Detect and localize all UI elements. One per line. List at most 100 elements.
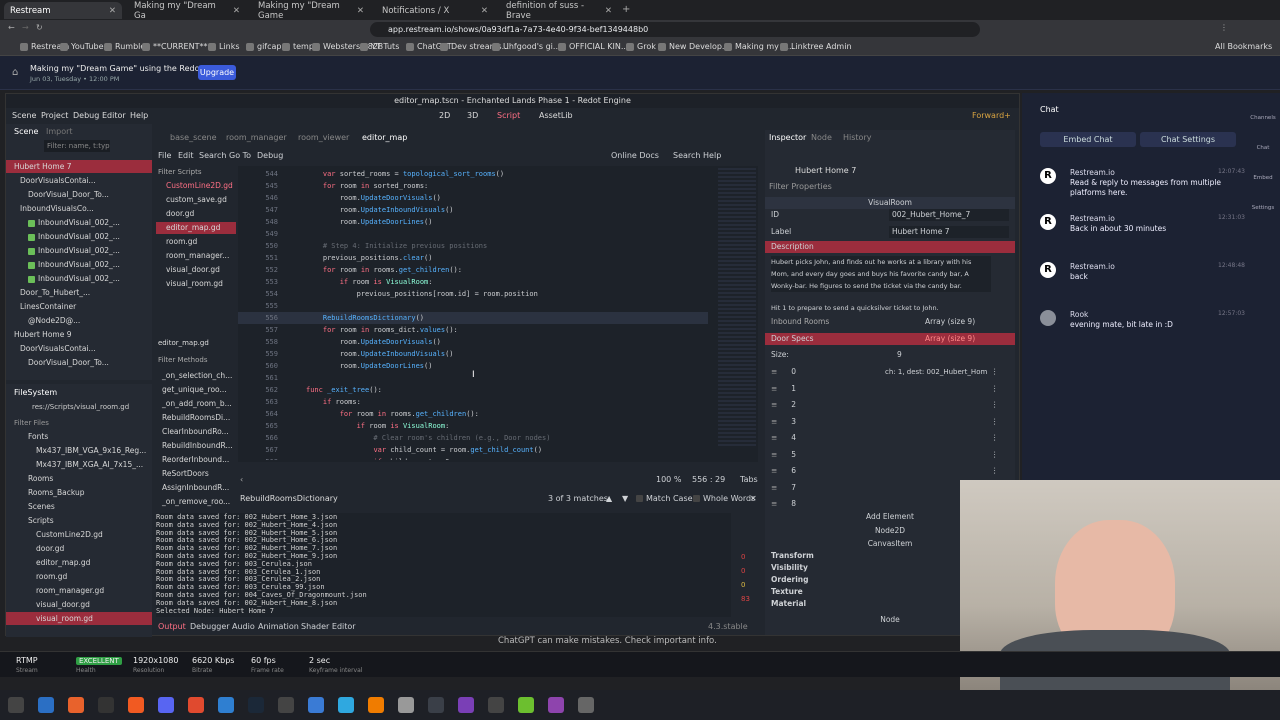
taskbar-app-icon[interactable] — [488, 697, 504, 713]
back-icon[interactable]: ← — [8, 23, 15, 32]
error-count[interactable]: 0 — [741, 553, 745, 561]
online-docs-button[interactable]: Online Docs — [611, 151, 659, 160]
fs-item[interactable]: CustomLine2D.gd — [6, 528, 152, 541]
workspace-3d[interactable]: 3D — [467, 111, 478, 120]
taskbar-app-icon[interactable] — [338, 697, 354, 713]
doc-tab-room-viewer[interactable]: room_viewer — [298, 133, 349, 142]
reload-icon[interactable]: ↻ — [36, 23, 43, 32]
taskbar-app-icon[interactable] — [428, 697, 444, 713]
scene-tree-item[interactable]: InboundVisual_002_... — [6, 272, 152, 285]
info-count[interactable]: 0 — [741, 581, 745, 589]
element-menu-icon[interactable]: ⋮ — [991, 432, 999, 444]
indent-mode[interactable]: Tabs — [740, 475, 758, 484]
script-menu-edit[interactable]: Edit — [178, 151, 194, 160]
taskbar-app-icon[interactable] — [218, 697, 234, 713]
doc-tab-base-scene[interactable]: base_scene — [170, 133, 217, 142]
filter-scripts-input[interactable]: Filter Scripts — [158, 168, 202, 176]
element-menu-icon[interactable]: ⋮ — [991, 449, 999, 461]
workspace-assetlib[interactable]: AssetLib — [539, 111, 573, 120]
tab-dream-game-1[interactable]: Making my "Dream Ga ✕ — [128, 1, 246, 21]
method-item[interactable]: RebuildRoomsDi... — [156, 412, 236, 424]
taskbar-app-icon[interactable] — [68, 697, 84, 713]
tab-node[interactable]: Node — [811, 133, 832, 142]
tab-animation[interactable]: Animation — [258, 622, 299, 631]
scene-tree-item[interactable]: DoorVisual_Door_To... — [6, 188, 152, 201]
fs-item[interactable]: Mx437_IBM_VGA_9x16_Reg... — [6, 444, 152, 457]
scene-tree-item[interactable]: DoorVisual_Door_To... — [6, 356, 152, 369]
minimap[interactable] — [718, 168, 756, 448]
element-menu-icon[interactable]: ⋮ — [991, 399, 999, 411]
scene-tree-item[interactable]: @Node2D@... — [6, 314, 152, 327]
close-icon[interactable]: ✕ — [481, 6, 488, 16]
next-match-icon[interactable]: ▼ — [622, 494, 628, 503]
method-item[interactable]: ReorderInbound... — [156, 454, 236, 466]
bookmark-item[interactable]: Linktree Admin — [780, 42, 852, 51]
bookmark-item[interactable]: **CURRENT** — [142, 42, 207, 51]
whole-words-checkbox[interactable] — [693, 495, 700, 502]
tab-inspector[interactable]: Inspector — [769, 133, 806, 142]
method-item[interactable]: ClearInboundRo... — [156, 426, 236, 438]
tab-audio[interactable]: Audio — [232, 622, 255, 631]
filter-methods-input[interactable]: Filter Methods — [158, 356, 207, 364]
taskbar-app-icon[interactable] — [98, 697, 114, 713]
collapse-icon[interactable]: ‹ — [240, 475, 243, 484]
bookmark-item[interactable]: Links — [208, 42, 240, 51]
tab-scene[interactable]: Scene — [14, 127, 38, 136]
tab-history[interactable]: History — [843, 133, 871, 142]
tab-dream-game-2[interactable]: Making my "Dream Game ✕ — [252, 1, 370, 21]
element-menu-icon[interactable]: ⋮ — [991, 366, 999, 378]
taskbar-app-icon[interactable] — [368, 697, 384, 713]
scene-tree-item[interactable]: Hubert Home 7 — [6, 160, 152, 173]
bookmark-item[interactable]: Rumble — [104, 42, 145, 51]
bookmark-item[interactable]: New Develop... — [658, 42, 730, 51]
all-bookmarks[interactable]: All Bookmarks — [1215, 42, 1272, 51]
method-item[interactable]: _on_add_room_b... — [156, 398, 236, 410]
taskbar-app-icon[interactable] — [518, 697, 534, 713]
bookmark-item[interactable]: temp — [282, 42, 314, 51]
close-search-icon[interactable]: ✕ — [750, 494, 757, 503]
scene-tree-item[interactable]: InboundVisual_002_... — [6, 230, 152, 243]
warning-count[interactable]: 0 — [741, 567, 745, 575]
filter-properties-input[interactable]: Filter Properties — [769, 182, 832, 191]
fs-item[interactable]: Scripts — [6, 514, 152, 527]
script-menu-debug[interactable]: Debug — [257, 151, 283, 160]
url-input[interactable]: app.restream.io/shows/0a93df1a-7a73-4e40… — [370, 22, 980, 37]
bookmark-item[interactable]: YT Tuts — [360, 42, 399, 51]
scene-tree-item[interactable]: Hubert Home 9 — [6, 328, 152, 341]
scene-tree-item[interactable]: InboundVisual_002_... — [6, 244, 152, 257]
workspace-script[interactable]: Script — [497, 111, 520, 120]
tab-restream[interactable]: Restream ✕ — [4, 2, 122, 19]
drag-handle-icon[interactable]: ≡ — [765, 384, 777, 393]
message-count[interactable]: 83 — [741, 595, 750, 603]
tab-notifications[interactable]: Notifications / X ✕ — [376, 2, 494, 19]
scene-tree-item[interactable]: DoorVisualsContai... — [6, 174, 152, 187]
taskbar-app-icon[interactable] — [158, 697, 174, 713]
taskbar-app-icon[interactable] — [38, 697, 54, 713]
element-menu-icon[interactable]: ⋮ — [991, 416, 999, 428]
tab-definition[interactable]: definition of suss - Brave ✕ — [500, 1, 618, 21]
search-input[interactable]: RebuildRoomsDictionary — [240, 494, 390, 503]
taskbar-app-icon[interactable] — [188, 697, 204, 713]
drag-handle-icon[interactable]: ≡ — [765, 367, 777, 376]
workspace-2d[interactable]: 2D — [439, 111, 450, 120]
bookmark-item[interactable]: gifcap — [246, 42, 282, 51]
taskbar-app-icon[interactable] — [398, 697, 414, 713]
script-item[interactable]: visual_room.gd — [156, 278, 236, 290]
script-item[interactable]: custom_save.gd — [156, 194, 236, 206]
script-item[interactable]: visual_door.gd — [156, 264, 236, 276]
method-item[interactable]: _on_remove_roo... — [156, 496, 236, 508]
tab-import[interactable]: Import — [46, 127, 73, 136]
element-menu-icon[interactable]: ⋮ — [991, 465, 999, 477]
taskbar-app-icon[interactable] — [578, 697, 594, 713]
door-specs-value[interactable]: Array (size 9) — [925, 333, 975, 345]
script-menu-goto[interactable]: Go To — [229, 151, 251, 160]
taskbar-app-icon[interactable] — [308, 697, 324, 713]
menu-scene[interactable]: Scene — [12, 111, 36, 120]
script-menu-search[interactable]: Search — [199, 151, 226, 160]
taskbar-app-icon[interactable] — [548, 697, 564, 713]
fs-item[interactable]: Rooms — [6, 472, 152, 485]
menu-editor[interactable]: Editor — [102, 111, 126, 120]
bookmark-item[interactable]: Grok — [626, 42, 656, 51]
method-item[interactable]: _on_selection_ch... — [156, 370, 236, 382]
chat-settings-button[interactable]: Chat Settings — [1140, 132, 1236, 147]
